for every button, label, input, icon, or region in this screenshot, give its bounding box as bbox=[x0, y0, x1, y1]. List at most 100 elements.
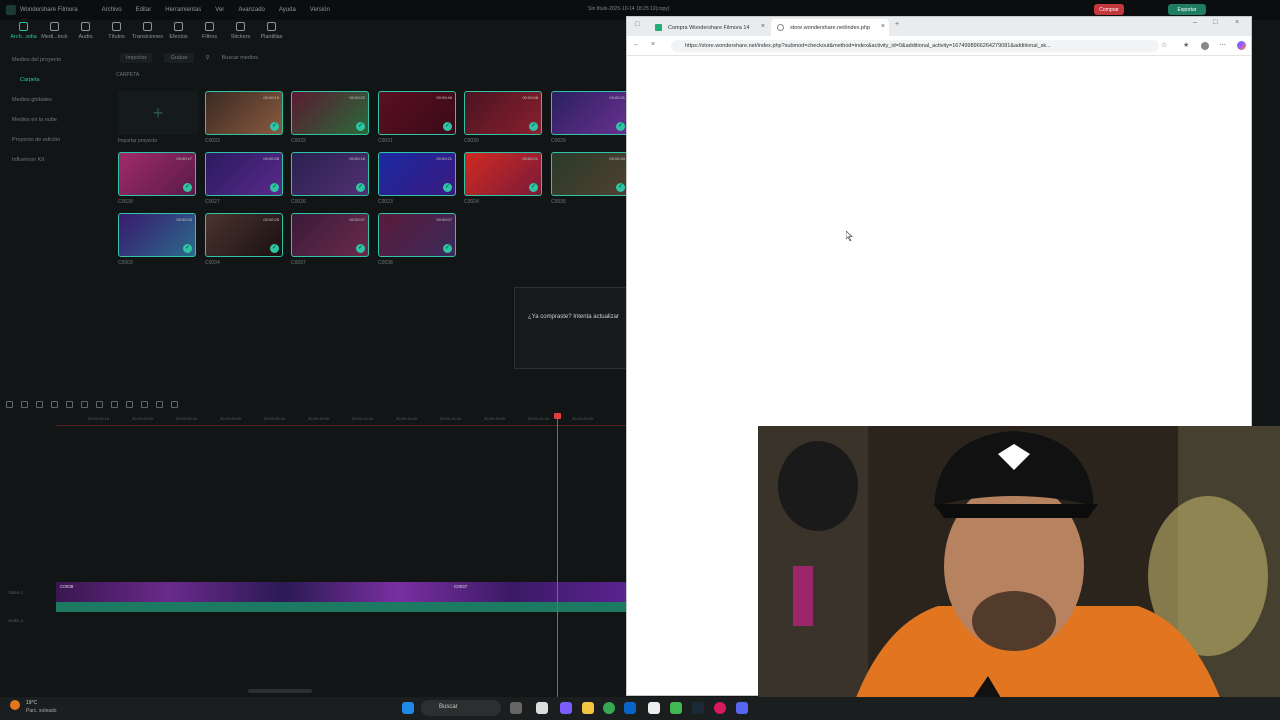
back-icon[interactable]: ← bbox=[633, 41, 640, 48]
media-clip-thumbnail[interactable]: 00:00:16 ✓ bbox=[291, 152, 369, 196]
sidebar-edit-project[interactable]: Proyecto de edición bbox=[0, 130, 108, 150]
speed-icon[interactable] bbox=[126, 400, 133, 408]
video-track-clip[interactable]: C0038 C0037 bbox=[56, 582, 626, 602]
more-icon[interactable]: ⋯ bbox=[1219, 41, 1226, 49]
media-clip-thumbnail[interactable]: 00:00:07 ✓ bbox=[291, 213, 369, 257]
opera-icon[interactable] bbox=[714, 702, 726, 714]
tool-audio[interactable]: Audio bbox=[70, 22, 101, 48]
color-icon[interactable] bbox=[141, 400, 148, 408]
tool-filters[interactable]: Filtros bbox=[194, 22, 225, 48]
tool-effects[interactable]: Efectos bbox=[163, 22, 194, 48]
tool-titles[interactable]: Títulos bbox=[101, 22, 132, 48]
folder-icon[interactable] bbox=[582, 702, 594, 714]
cut-icon[interactable] bbox=[81, 400, 88, 408]
crop-icon[interactable] bbox=[111, 400, 118, 408]
clip-name: C0037 bbox=[291, 260, 306, 266]
steam-icon[interactable] bbox=[692, 702, 704, 714]
app-green-icon[interactable] bbox=[670, 702, 682, 714]
tab-store[interactable]: store.wondershare.net/index.php × bbox=[771, 19, 889, 36]
timeline-scrollbar[interactable] bbox=[248, 689, 312, 693]
menu-ayuda[interactable]: Ayuda bbox=[279, 7, 296, 13]
menu-version[interactable]: Versión bbox=[310, 7, 330, 13]
start-icon[interactable] bbox=[402, 702, 414, 714]
select-icon[interactable] bbox=[21, 400, 28, 408]
tab-actions-icon[interactable]: □ bbox=[635, 21, 639, 28]
playhead-handle[interactable] bbox=[554, 413, 561, 419]
keyframe-icon[interactable] bbox=[156, 400, 163, 408]
reload-icon[interactable]: × bbox=[651, 41, 655, 48]
check-icon: ✓ bbox=[616, 183, 625, 192]
media-clip-thumbnail[interactable]: 00:00:34 ✓ bbox=[551, 152, 629, 196]
media-clip-thumbnail[interactable]: 00:00:19 ✓ bbox=[205, 91, 283, 135]
menu-ver[interactable]: Ver bbox=[215, 7, 224, 13]
media-clip-thumbnail[interactable]: 00:00:43 ✓ bbox=[118, 213, 196, 257]
copilot-taskbar-icon[interactable] bbox=[560, 702, 572, 714]
delete-icon[interactable] bbox=[66, 400, 73, 408]
new-tab-icon[interactable]: + bbox=[895, 21, 899, 28]
notepad-icon[interactable] bbox=[648, 702, 660, 714]
tool-stock[interactable]: Medi...tock bbox=[39, 22, 70, 48]
profile-avatar[interactable] bbox=[1201, 42, 1209, 50]
close-window-icon[interactable]: × bbox=[1235, 19, 1239, 26]
ruler-tick: 00:00:03:00 bbox=[132, 416, 154, 421]
media-clip-thumbnail[interactable]: 00:00:25 ✓ bbox=[205, 213, 283, 257]
menu-avanzado[interactable]: Avanzado bbox=[238, 7, 265, 13]
tool-transitions[interactable]: Transiciones bbox=[132, 22, 163, 48]
taskbar-search[interactable]: Buscar bbox=[421, 700, 501, 716]
discord-icon[interactable] bbox=[736, 702, 748, 714]
media-clip-thumbnail[interactable]: 00:00:22 ✓ bbox=[291, 91, 369, 135]
import-button[interactable]: Importar bbox=[120, 53, 153, 63]
undo-icon[interactable] bbox=[36, 400, 43, 408]
copilot-icon[interactable] bbox=[1237, 41, 1246, 50]
redo-icon[interactable] bbox=[51, 400, 58, 408]
text-icon[interactable] bbox=[96, 400, 103, 408]
clip-duration: 00:00:46 bbox=[436, 95, 452, 100]
maximize-icon[interactable]: □ bbox=[1213, 19, 1217, 26]
menu-editar[interactable]: Editar bbox=[136, 7, 152, 13]
tab-filmora-purchase[interactable]: Compra Wondershare Filmora 14 × bbox=[649, 19, 769, 36]
file-explorer-icon[interactable] bbox=[536, 702, 548, 714]
filmora-favicon-icon bbox=[655, 24, 662, 31]
close-tab-icon[interactable]: × bbox=[761, 23, 765, 30]
record-button[interactable]: Grabar bbox=[164, 53, 194, 63]
media-clip-thumbnail[interactable]: 00:00:17 ✓ bbox=[118, 152, 196, 196]
sidebar-influencer-kit[interactable]: Influencer Kit bbox=[0, 150, 108, 170]
favorites-icon[interactable]: ★ bbox=[1183, 41, 1189, 49]
media-clip-thumbnail[interactable]: 00:00:28 ✓ bbox=[205, 152, 283, 196]
chrome-icon[interactable] bbox=[603, 702, 615, 714]
tool-templates[interactable]: Plantillas bbox=[256, 22, 287, 48]
task-view-icon[interactable] bbox=[510, 702, 522, 714]
close-tab-icon[interactable]: × bbox=[881, 23, 885, 30]
clip-duration: 00:00:43 bbox=[176, 217, 192, 222]
ai-icon[interactable] bbox=[171, 400, 178, 408]
media-search-input[interactable]: Buscar medios bbox=[222, 55, 258, 61]
buy-button[interactable]: Comprar bbox=[1094, 4, 1124, 15]
tool-stickers[interactable]: Stickers bbox=[225, 22, 256, 48]
sidebar-cloud-media[interactable]: Medios en la nube bbox=[0, 110, 108, 130]
media-clip-thumbnail[interactable]: 00:00:08 ✓ bbox=[464, 91, 542, 135]
menu-archivo[interactable]: Archivo bbox=[102, 7, 122, 13]
clip-duration: 00:00:17 bbox=[176, 156, 192, 161]
url-field[interactable]: https://store.wondershare.net/index.php?… bbox=[671, 40, 1159, 52]
media-clip-thumbnail[interactable]: 00:00:21 ✓ bbox=[464, 152, 542, 196]
sidebar-project-media[interactable]: Medios del proyecto bbox=[0, 50, 108, 70]
minimize-icon[interactable]: – bbox=[1193, 19, 1197, 26]
media-clip-thumbnail[interactable]: 00:00:21 ✓ bbox=[378, 152, 456, 196]
audio-waveform-clip[interactable] bbox=[56, 602, 626, 612]
app-name: Wondershare Filmora bbox=[20, 7, 78, 13]
store-icon[interactable] bbox=[624, 702, 636, 714]
playhead[interactable] bbox=[557, 414, 558, 697]
export-button[interactable]: Exportar bbox=[1168, 4, 1206, 15]
media-clip-thumbnail[interactable]: 00:00:21 ✓ bbox=[551, 91, 629, 135]
media-clip-thumbnail[interactable]: 00:00:07 ✓ bbox=[378, 213, 456, 257]
sidebar-global-media[interactable]: Medios globales bbox=[0, 90, 108, 110]
import-tile[interactable]: + bbox=[118, 91, 198, 135]
timeline-ruler[interactable]: 00:00:00:16 00:00:03:00 00:00:03:00 00:00:0… bbox=[56, 416, 626, 426]
tool-media[interactable]: Arch...edia bbox=[8, 22, 39, 48]
favorite-star-icon[interactable]: ☆ bbox=[1161, 41, 1167, 49]
sidebar-folder[interactable]: Carpeta bbox=[0, 70, 108, 90]
menu-herramientas[interactable]: Herramientas bbox=[165, 7, 201, 13]
templates-icon bbox=[267, 22, 276, 31]
layout-icon[interactable] bbox=[6, 400, 13, 408]
media-clip-thumbnail[interactable]: 00:00:46 ✓ bbox=[378, 91, 456, 135]
